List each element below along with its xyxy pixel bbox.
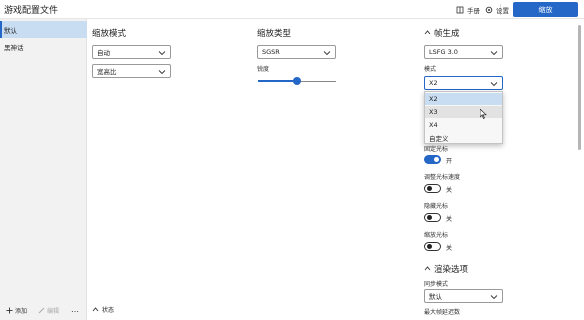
edit-profile-button[interactable]: 编辑	[38, 306, 59, 315]
frame-gen-mode-label: 模式	[424, 66, 437, 73]
sharpness-label: 锐度	[257, 66, 270, 73]
chevron-up-icon[interactable]	[424, 29, 431, 36]
sidebar-item-black-myth[interactable]: 黑神话	[0, 38, 87, 55]
dropdown-value: 自动	[97, 49, 110, 57]
scaling-mode-dropdown[interactable]: 自动	[92, 45, 171, 59]
render-options-title: 渲染选项	[434, 265, 469, 275]
aspect-ratio-dropdown[interactable]: 宽高比	[92, 64, 171, 78]
cursor-capture-state: 开	[446, 158, 453, 165]
scale-cursor-state: 关	[446, 245, 453, 252]
toggle-knob	[427, 215, 432, 220]
dropdown-value: 宽高比	[97, 68, 117, 76]
dropdown-value: 默认	[429, 293, 442, 301]
sidebar-item-label: 默认	[4, 26, 17, 35]
add-profile-button[interactable]: 添加	[6, 306, 27, 315]
book-icon	[456, 6, 464, 13]
option-label: 自定义	[429, 135, 449, 143]
status-label: 状态	[102, 307, 115, 314]
plus-icon	[6, 307, 13, 314]
frame-gen-version-dropdown[interactable]: LSFG 3.0	[424, 45, 503, 59]
cursor-speed-toggle[interactable]	[424, 184, 441, 193]
scaling-mode-title: 缩放模式	[92, 29, 127, 39]
max-frame-delay-label: 最大帧延迟数	[424, 309, 461, 316]
settings-label: 设置	[496, 6, 509, 15]
option-custom[interactable]: 自定义	[425, 132, 502, 144]
scaling-type-dropdown[interactable]: SGSR	[257, 45, 336, 59]
sync-mode-dropdown[interactable]: 默认	[424, 289, 503, 303]
scale-cursor-toggle[interactable]	[424, 242, 441, 251]
sync-mode-label: 同步模式	[424, 281, 449, 288]
dropdown-value: SGSR	[262, 48, 280, 56]
chevron-down-icon	[490, 295, 498, 300]
vertical-scrollbar[interactable]	[578, 25, 581, 150]
sidebar-item-label: 黑神话	[4, 43, 24, 52]
settings-button[interactable]: 设置	[485, 3, 509, 16]
option-label: X3	[429, 108, 438, 116]
title-bar: 游戏配置文件 手册 设置 缩放	[0, 0, 584, 19]
option-x3[interactable]: X3	[425, 106, 502, 118]
chevron-down-icon	[490, 51, 498, 56]
manual-button[interactable]: 手册	[456, 3, 480, 16]
hide-cursor-state: 关	[446, 216, 453, 223]
frame-gen-mode-dropdown[interactable]: X2	[424, 76, 503, 90]
chevron-up-icon	[92, 307, 99, 312]
option-label: X4	[429, 121, 438, 129]
chevron-down-icon	[158, 51, 166, 56]
sidebar-toolbar: 添加 编辑 …	[0, 302, 87, 320]
dropdown-value: X2	[429, 79, 438, 87]
option-label: X2	[429, 95, 438, 103]
frame-gen-mode-popup: X2 X3 X4 自定义	[424, 91, 503, 144]
chevron-down-icon	[323, 51, 331, 56]
scale-button[interactable]: 缩放	[513, 2, 578, 17]
pencil-icon	[38, 307, 45, 314]
toggle-knob	[427, 244, 432, 249]
toggle-knob	[434, 157, 439, 162]
profile-sidebar: 默认 黑神话 添加 编辑 …	[0, 19, 87, 320]
app-title: 游戏配置文件	[4, 6, 59, 16]
gear-icon	[485, 6, 493, 13]
cursor-capture-toggle[interactable]	[424, 155, 441, 164]
toggle-knob	[427, 186, 432, 191]
status-expander[interactable]: 状态	[92, 305, 114, 314]
add-label: 添加	[15, 308, 28, 315]
dropdown-value: LSFG 3.0	[429, 48, 458, 56]
chevron-down-icon	[490, 82, 498, 87]
mouse-cursor-icon	[480, 109, 487, 119]
scaling-type-title: 缩放类型	[257, 29, 292, 39]
cursor-speed-state: 关	[446, 187, 453, 194]
sharpness-slider-thumb[interactable]	[293, 77, 301, 85]
chevron-down-icon	[158, 70, 166, 75]
option-x4[interactable]: X4	[425, 119, 502, 131]
edit-label: 编辑	[47, 308, 60, 315]
cursor-capture-label: 固定光标	[424, 146, 449, 153]
frame-gen-title: 帧生成	[434, 29, 460, 39]
cursor-speed-label: 调整光标速度	[424, 174, 461, 181]
sharpness-slider-fill	[258, 80, 297, 82]
chevron-up-icon[interactable]	[424, 265, 431, 272]
more-options-button[interactable]: …	[71, 305, 79, 314]
scale-cursor-label: 缩放光标	[424, 232, 449, 239]
sidebar-item-default[interactable]: 默认	[0, 21, 87, 38]
option-x2[interactable]: X2	[425, 93, 502, 105]
manual-label: 手册	[467, 6, 480, 15]
hide-cursor-label: 隐藏光标	[424, 203, 449, 210]
hide-cursor-toggle[interactable]	[424, 213, 441, 222]
